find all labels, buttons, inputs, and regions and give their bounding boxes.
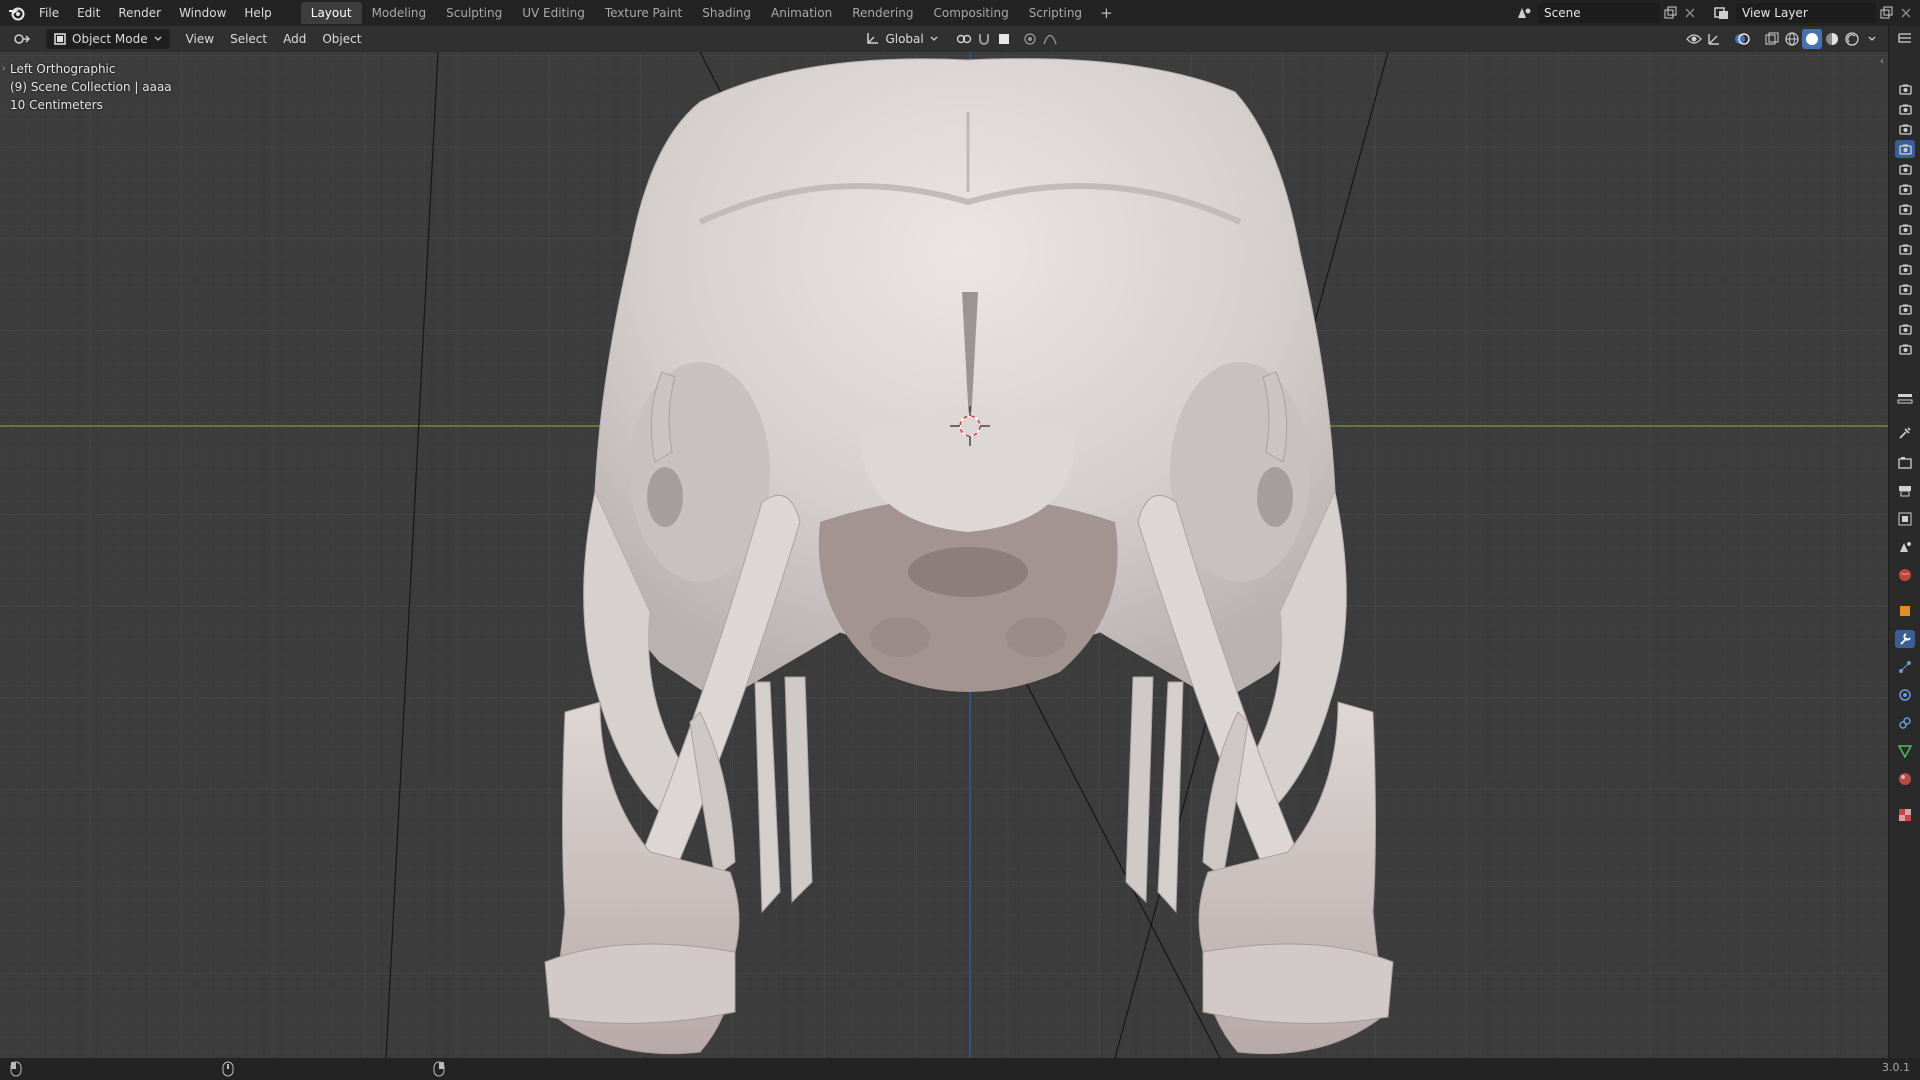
add-workspace-button[interactable]: + [1092,4,1121,22]
menu-window[interactable]: Window [170,0,235,26]
object-visibility-icon[interactable] [1684,29,1704,49]
scene-selector-icon[interactable] [1514,3,1534,23]
render-slot-camera-icon[interactable] [1895,320,1915,338]
viewport-canvas [0,52,1888,1058]
constraint-properties-icon[interactable] [1895,714,1915,732]
mode-dropdown[interactable]: Object Mode [46,29,170,49]
menu-file[interactable]: File [30,0,68,26]
physics-properties-icon[interactable] [1895,686,1915,704]
render-slot-camera-icon[interactable] [1895,280,1915,298]
proportional-editing-icon[interactable] [1020,29,1040,49]
chevron-down-icon [930,36,938,41]
render-slot-camera-icon[interactable] [1895,80,1915,98]
editor-type-icon[interactable] [12,29,32,49]
snap-target-icon[interactable] [994,29,1014,49]
mouse-right-icon [433,1061,445,1080]
menu-render[interactable]: Render [109,0,170,26]
overlays-toggle-icon[interactable] [1732,29,1752,49]
blender-logo-icon[interactable] [4,0,30,26]
render-slot-camera-icon[interactable] [1895,200,1915,218]
render-slot-camera-icon[interactable] [1895,120,1915,138]
render-slot-camera-icon[interactable] [1895,180,1915,198]
status-bar: 3.0.1 [0,1058,1920,1080]
properties-editor-icon[interactable] [1895,390,1915,408]
rendered-shading-icon[interactable] [1842,29,1862,49]
menu-view[interactable]: View [178,29,222,49]
delete-view-layer-icon[interactable] [1896,3,1916,23]
orientation-axes-icon [867,33,879,44]
delete-scene-icon[interactable] [1680,3,1700,23]
particle-properties-icon[interactable] [1895,658,1915,676]
snap-icon[interactable] [974,29,994,49]
proportional-falloff-icon[interactable] [1040,29,1060,49]
render-slot-camera-icon[interactable] [1895,100,1915,118]
object-data-properties-icon[interactable] [1895,742,1915,760]
tab-shading[interactable]: Shading [692,2,761,24]
grid-scale: 10 Centimeters [10,98,103,112]
viewport-header: Object Mode View Select Add Object Globa… [0,26,1888,52]
chevron-down-icon [154,36,162,41]
scene-field[interactable]: Scene [1538,3,1660,23]
render-slot-camera-icon[interactable] [1895,340,1915,358]
menu-add[interactable]: Add [275,29,314,49]
solid-shading-icon[interactable] [1802,29,1822,49]
render-properties-icon[interactable] [1895,454,1915,472]
world-properties-icon[interactable] [1895,566,1915,584]
object-mode-icon [54,33,66,45]
object-properties-icon[interactable] [1895,602,1915,620]
properties-sidebar [1888,26,1920,1058]
viewport-info: Left Orthographic (9) Scene Collection |… [10,60,172,114]
menu-object[interactable]: Object [314,29,369,49]
toolbar-expand-icon[interactable]: › [2,64,6,74]
outliner-icon[interactable] [1895,30,1915,48]
transform-orientation-dropdown[interactable]: Global [857,29,945,49]
pivot-point-icon[interactable] [954,29,974,49]
gizmo-toggle-icon[interactable] [1704,29,1724,49]
modifier-properties-icon[interactable] [1895,630,1915,648]
new-scene-icon[interactable] [1660,3,1680,23]
tab-uv-editing[interactable]: UV Editing [512,2,595,24]
menu-select[interactable]: Select [222,29,275,49]
top-bar: File Edit Render Window Help Layout Mode… [0,0,1920,26]
menu-help[interactable]: Help [235,0,280,26]
new-view-layer-icon[interactable] [1876,3,1896,23]
tool-properties-icon[interactable] [1895,424,1915,442]
scene-properties-icon[interactable] [1895,538,1915,556]
collection-info: (9) Scene Collection | aaaa [10,80,172,94]
render-slot-camera-icon[interactable] [1895,300,1915,318]
material-properties-icon[interactable] [1895,770,1915,788]
view-layer-selector-icon[interactable] [1712,3,1732,23]
view-layer-properties-icon[interactable] [1895,510,1915,528]
render-slot-camera-icon[interactable] [1895,240,1915,258]
shading-options-chevron-icon[interactable] [1862,29,1882,49]
orientation-label: Global [885,32,924,46]
render-slot-camera-icon[interactable] [1895,220,1915,238]
mode-label: Object Mode [72,32,148,46]
tab-scripting[interactable]: Scripting [1019,2,1092,24]
tab-compositing[interactable]: Compositing [923,2,1018,24]
render-slot-camera-icon[interactable] [1895,160,1915,178]
tab-rendering[interactable]: Rendering [842,2,923,24]
material-preview-icon[interactable] [1822,29,1842,49]
mouse-left-icon [10,1061,22,1080]
mouse-middle-icon [222,1061,234,1080]
3d-viewport[interactable]: Left Orthographic (9) Scene Collection |… [0,52,1888,1058]
view-name: Left Orthographic [10,62,116,76]
render-slot-camera-icon[interactable] [1895,260,1915,278]
wireframe-shading-icon[interactable] [1782,29,1802,49]
menu-edit[interactable]: Edit [68,0,109,26]
texture-properties-icon[interactable] [1895,806,1915,824]
version-label: 3.0.1 [1882,1061,1910,1074]
view-layer-field[interactable]: View Layer [1736,3,1876,23]
output-properties-icon[interactable] [1895,482,1915,500]
sidebar-expand-icon[interactable]: ‹ [1880,56,1884,67]
tab-sculpting[interactable]: Sculpting [436,2,512,24]
xray-toggle-icon[interactable] [1762,29,1782,49]
tab-layout[interactable]: Layout [300,2,362,24]
render-slot-camera-icon[interactable] [1895,140,1915,158]
tab-texture-paint[interactable]: Texture Paint [595,2,692,24]
tab-modeling[interactable]: Modeling [362,2,437,24]
tab-animation[interactable]: Animation [761,2,842,24]
